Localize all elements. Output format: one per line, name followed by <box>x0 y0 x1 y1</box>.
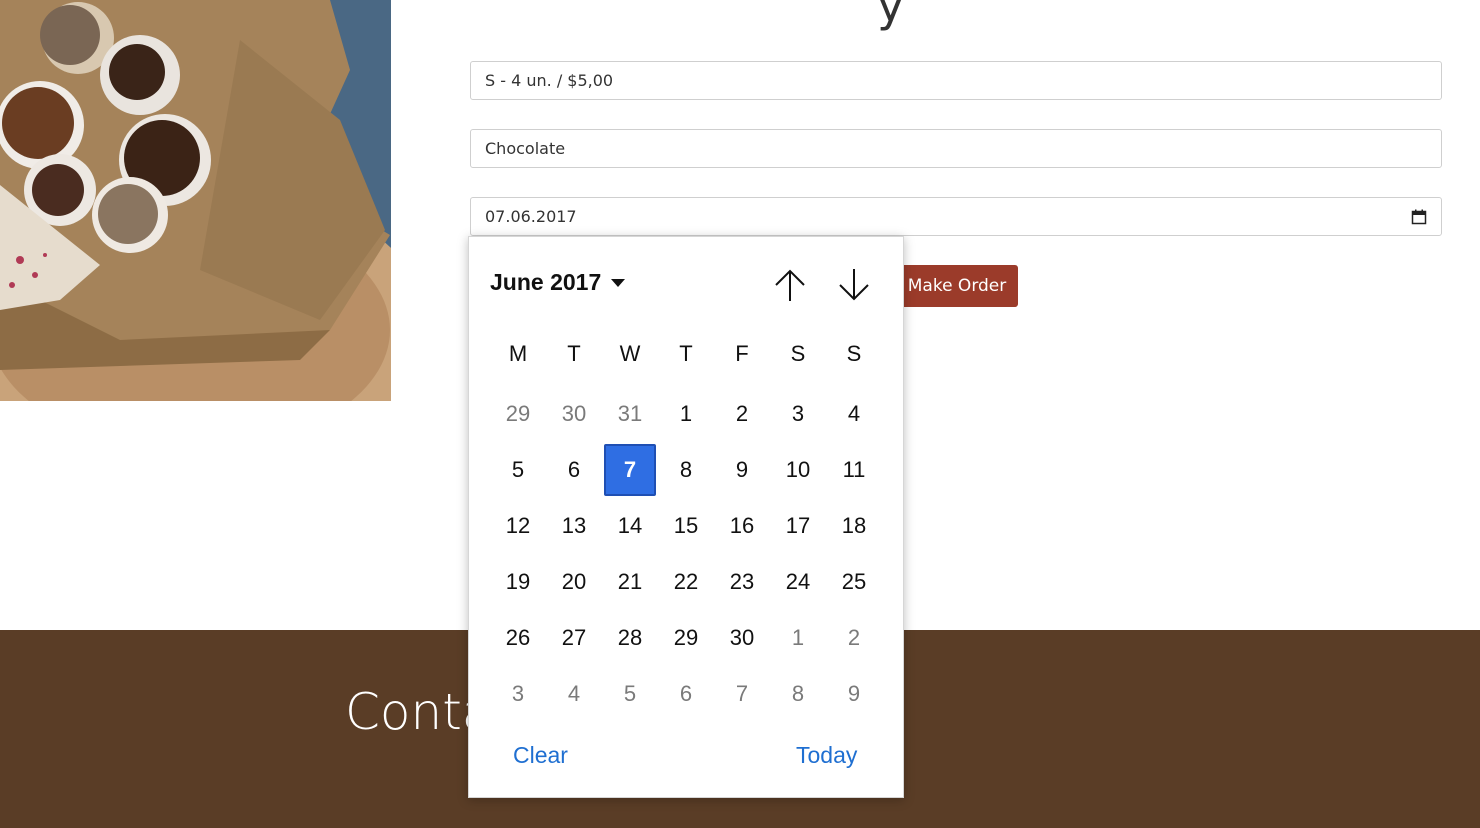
size-select-value: S - 4 un. / $5,00 <box>485 71 614 90</box>
today-button[interactable]: Today <box>796 742 857 769</box>
day-cell[interactable]: 12 <box>490 498 546 554</box>
month-year-selector[interactable]: June 2017 <box>490 269 626 296</box>
next-month-button[interactable] <box>836 267 872 303</box>
day-cell[interactable]: 5 <box>490 442 546 498</box>
day-cell[interactable]: 7 <box>714 666 770 722</box>
weekday-header: M T W T F S S <box>490 341 882 367</box>
day-cell[interactable]: 31 <box>602 386 658 442</box>
weekday-label: W <box>619 341 641 366</box>
make-order-button[interactable]: Make Order <box>896 265 1018 307</box>
selected-day-cell[interactable]: 7 <box>604 444 656 496</box>
day-cell[interactable]: 8 <box>770 666 826 722</box>
day-cell[interactable]: 4 <box>546 666 602 722</box>
weekday-label: T <box>567 341 581 366</box>
weekday-label: S <box>790 341 806 366</box>
date-picker-popup: June 2017 M T W T F S S 29 30 31 1 2 3 4 5 6 7 8 9 1… <box>468 236 904 798</box>
calendar-icon[interactable] <box>1411 209 1427 225</box>
weekday-label: T <box>679 341 693 366</box>
day-cell[interactable]: 6 <box>658 666 714 722</box>
arrow-down-icon <box>839 269 869 301</box>
page-heading: y <box>877 0 905 32</box>
arrow-up-icon <box>775 269 805 301</box>
day-cell[interactable]: 10 <box>770 442 826 498</box>
size-select[interactable]: S - 4 un. / $5,00 <box>470 61 1442 100</box>
weekday-label: F <box>735 341 749 366</box>
day-cell[interactable]: 3 <box>490 666 546 722</box>
day-cell[interactable]: 6 <box>546 442 602 498</box>
day-cell[interactable]: 1 <box>658 386 714 442</box>
day-cell[interactable]: 9 <box>714 442 770 498</box>
date-input-value: 07.06.2017 <box>485 207 577 226</box>
day-cell[interactable]: 2 <box>826 610 882 666</box>
day-cell[interactable]: 5 <box>602 666 658 722</box>
flavor-select[interactable]: Chocolate <box>470 129 1442 168</box>
day-cell[interactable]: 18 <box>826 498 882 554</box>
day-cell[interactable]: 30 <box>714 610 770 666</box>
page: y S - 4 un. / $5,00 Chocolate 07.06.2017… <box>0 0 1480 828</box>
day-cell[interactable]: 8 <box>658 442 714 498</box>
day-cell[interactable]: 25 <box>826 554 882 610</box>
caret-down-icon <box>611 278 626 287</box>
day-cell[interactable]: 14 <box>602 498 658 554</box>
day-cell[interactable]: 3 <box>770 386 826 442</box>
day-cell[interactable]: 15 <box>658 498 714 554</box>
weekday-label: S <box>846 341 862 366</box>
weekday-label: M <box>508 341 528 366</box>
day-cell[interactable]: 30 <box>546 386 602 442</box>
day-grid: 29 30 31 1 2 3 4 5 6 7 8 9 10 11 12 13 14 15 16 17 18 19 20 21 2… <box>490 386 882 722</box>
product-photo <box>0 0 391 401</box>
date-input[interactable]: 07.06.2017 <box>470 197 1442 236</box>
flavor-select-value: Chocolate <box>485 139 566 158</box>
day-cell[interactable]: 19 <box>490 554 546 610</box>
day-cell[interactable]: 22 <box>658 554 714 610</box>
day-cell[interactable]: 29 <box>490 386 546 442</box>
day-cell[interactable]: 29 <box>658 610 714 666</box>
clear-button[interactable]: Clear <box>513 742 568 769</box>
day-cell[interactable]: 26 <box>490 610 546 666</box>
day-cell[interactable]: 13 <box>546 498 602 554</box>
day-cell[interactable]: 2 <box>714 386 770 442</box>
day-cell[interactable]: 11 <box>826 442 882 498</box>
day-cell[interactable]: 4 <box>826 386 882 442</box>
day-cell[interactable]: 27 <box>546 610 602 666</box>
day-cell[interactable]: 9 <box>826 666 882 722</box>
day-cell[interactable]: 1 <box>770 610 826 666</box>
day-cell[interactable]: 23 <box>714 554 770 610</box>
month-year-label: June 2017 <box>490 269 602 295</box>
day-cell[interactable]: 16 <box>714 498 770 554</box>
day-cell[interactable]: 28 <box>602 610 658 666</box>
day-cell[interactable]: 24 <box>770 554 826 610</box>
day-cell[interactable]: 20 <box>546 554 602 610</box>
previous-month-button[interactable] <box>772 267 808 303</box>
day-cell[interactable]: 17 <box>770 498 826 554</box>
day-cell[interactable]: 21 <box>602 554 658 610</box>
